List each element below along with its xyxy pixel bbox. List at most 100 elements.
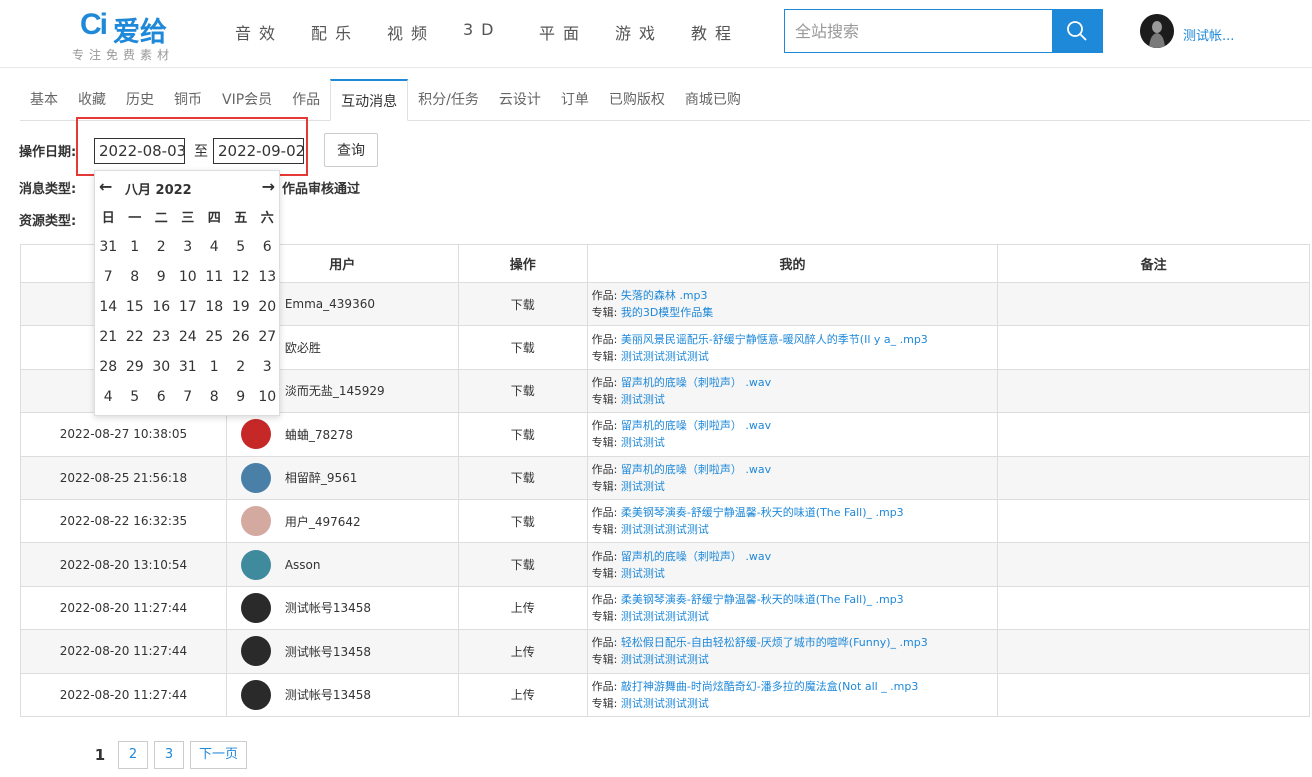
calendar-day[interactable]: 26 — [228, 327, 255, 357]
prev-month-arrow-icon[interactable]: ← — [99, 177, 112, 196]
row-username[interactable]: 蛐蛐_78278 — [285, 426, 353, 443]
row-username[interactable]: 相留醉_9561 — [285, 469, 358, 486]
calendar-day[interactable]: 1 — [122, 237, 149, 267]
user-name[interactable]: 测试帐... — [1183, 25, 1234, 44]
nav-item-0[interactable]: 音效 — [235, 20, 311, 44]
row-username[interactable]: 测试帐号13458 — [285, 686, 371, 703]
calendar-day[interactable]: 31 — [95, 237, 122, 267]
next-page-button[interactable]: 下一页 — [190, 741, 248, 769]
album-link[interactable]: 测试测试 — [621, 567, 665, 580]
calendar-day[interactable]: 10 — [254, 387, 281, 417]
tab-3[interactable]: 铜币 — [164, 79, 212, 121]
calendar-day[interactable]: 14 — [95, 297, 122, 327]
nav-item-6[interactable]: 教程 — [691, 20, 767, 44]
work-link[interactable]: 失落的森林 .mp3 — [621, 289, 708, 302]
calendar-day[interactable]: 12 — [228, 267, 255, 297]
nav-item-4[interactable]: 平面 — [539, 20, 615, 44]
calendar-day[interactable]: 4 — [201, 237, 228, 267]
work-link[interactable]: 敲打神游舞曲-时尚炫酷奇幻-潘多拉的魔法盒(Not all _ .mp3 — [621, 680, 919, 693]
nav-item-3[interactable]: 3D — [463, 20, 539, 44]
nav-item-1[interactable]: 配乐 — [311, 20, 387, 44]
calendar-day[interactable]: 22 — [122, 327, 149, 357]
tab-10[interactable]: 已购版权 — [599, 79, 675, 121]
row-username[interactable]: 测试帐号13458 — [285, 599, 371, 616]
user-avatar-icon[interactable] — [240, 679, 271, 710]
calendar-day[interactable]: 25 — [201, 327, 228, 357]
work-link[interactable]: 柔美钢琴演奏-舒缓宁静温馨-秋天的味道(The Fall)_ .mp3 — [621, 506, 904, 519]
user-avatar-icon[interactable] — [240, 549, 271, 580]
row-username[interactable]: 用户_497642 — [285, 513, 361, 530]
calendar-day[interactable]: 27 — [254, 327, 281, 357]
tab-2[interactable]: 历史 — [116, 79, 164, 121]
calendar-day[interactable]: 8 — [201, 387, 228, 417]
calendar-day[interactable]: 9 — [228, 387, 255, 417]
row-username[interactable]: Asson — [285, 558, 321, 572]
calendar-day[interactable]: 2 — [148, 237, 175, 267]
calendar-day[interactable]: 1 — [201, 357, 228, 387]
calendar-day[interactable]: 11 — [201, 267, 228, 297]
calendar-day[interactable]: 16 — [148, 297, 175, 327]
calendar-day[interactable]: 15 — [122, 297, 149, 327]
calendar-day[interactable]: 9 — [148, 267, 175, 297]
tab-8[interactable]: 云设计 — [489, 79, 551, 121]
work-link[interactable]: 留声机的底噪（刺啦声） .wav — [621, 550, 771, 563]
page-link[interactable]: 3 — [154, 741, 184, 769]
album-link[interactable]: 测试测试测试测试 — [621, 653, 709, 666]
calendar-day[interactable]: 10 — [175, 267, 202, 297]
tab-0[interactable]: 基本 — [20, 79, 68, 121]
calendar-day[interactable]: 8 — [122, 267, 149, 297]
user-avatar-icon[interactable] — [240, 506, 271, 537]
calendar-day[interactable]: 31 — [175, 357, 202, 387]
tab-7[interactable]: 积分/任务 — [408, 79, 489, 121]
page-link[interactable]: 2 — [118, 741, 148, 769]
calendar-day[interactable]: 5 — [122, 387, 149, 417]
site-logo[interactable]: Ci 爱给 专注免费素材 — [72, 6, 200, 64]
calendar-day[interactable]: 30 — [148, 357, 175, 387]
calendar-day[interactable]: 19 — [228, 297, 255, 327]
user-avatar-icon[interactable] — [240, 592, 271, 623]
row-username[interactable]: 淡而无盐_145929 — [285, 382, 385, 399]
calendar-day[interactable]: 23 — [148, 327, 175, 357]
search-button[interactable] — [1052, 10, 1102, 52]
calendar-day[interactable]: 3 — [175, 237, 202, 267]
calendar-day[interactable]: 7 — [95, 267, 122, 297]
calendar-day[interactable]: 3 — [254, 357, 281, 387]
work-link[interactable]: 留声机的底噪（刺啦声） .wav — [621, 419, 771, 432]
calendar-day[interactable]: 6 — [254, 237, 281, 267]
row-user[interactable]: Asson — [240, 549, 458, 580]
user-avatar-icon[interactable] — [240, 462, 271, 493]
album-link[interactable]: 测试测试 — [621, 436, 665, 449]
user-avatar-icon[interactable] — [240, 636, 271, 667]
album-link[interactable]: 测试测试测试测试 — [621, 610, 709, 623]
user-avatar-icon[interactable] — [240, 419, 271, 450]
calendar-day[interactable]: 6 — [148, 387, 175, 417]
calendar-day[interactable]: 18 — [201, 297, 228, 327]
row-user[interactable]: 测试帐号13458 — [240, 679, 458, 710]
query-button[interactable]: 查询 — [324, 133, 378, 167]
row-user[interactable]: 用户_497642 — [240, 506, 458, 537]
album-link[interactable]: 测试测试 — [621, 393, 665, 406]
album-link[interactable]: 测试测试测试测试 — [621, 697, 709, 710]
row-username[interactable]: 欧必胜 — [285, 339, 321, 356]
tab-9[interactable]: 订单 — [551, 79, 599, 121]
album-link[interactable]: 我的3D模型作品集 — [621, 306, 713, 319]
calendar-day[interactable]: 21 — [95, 327, 122, 357]
calendar-day[interactable]: 13 — [254, 267, 281, 297]
row-username[interactable]: 测试帐号13458 — [285, 643, 371, 660]
tab-5[interactable]: 作品 — [282, 79, 330, 121]
tab-6[interactable]: 互动消息 — [330, 79, 409, 121]
calendar-day[interactable]: 17 — [175, 297, 202, 327]
user-avatar[interactable] — [1140, 14, 1174, 48]
nav-item-5[interactable]: 游戏 — [615, 20, 691, 44]
album-link[interactable]: 测试测试测试测试 — [621, 523, 709, 536]
row-user[interactable]: 测试帐号13458 — [240, 636, 458, 667]
nav-item-2[interactable]: 视频 — [387, 20, 463, 44]
calendar-day[interactable]: 29 — [122, 357, 149, 387]
next-month-arrow-icon[interactable]: → — [262, 177, 275, 196]
work-link[interactable]: 留声机的底噪（刺啦声） .wav — [621, 376, 771, 389]
calendar-day[interactable]: 28 — [95, 357, 122, 387]
calendar-day[interactable]: 2 — [228, 357, 255, 387]
row-username[interactable]: Emma_439360 — [285, 297, 375, 311]
tab-4[interactable]: VIP会员 — [212, 79, 282, 121]
work-link[interactable]: 柔美钢琴演奏-舒缓宁静温馨-秋天的味道(The Fall)_ .mp3 — [621, 593, 904, 606]
